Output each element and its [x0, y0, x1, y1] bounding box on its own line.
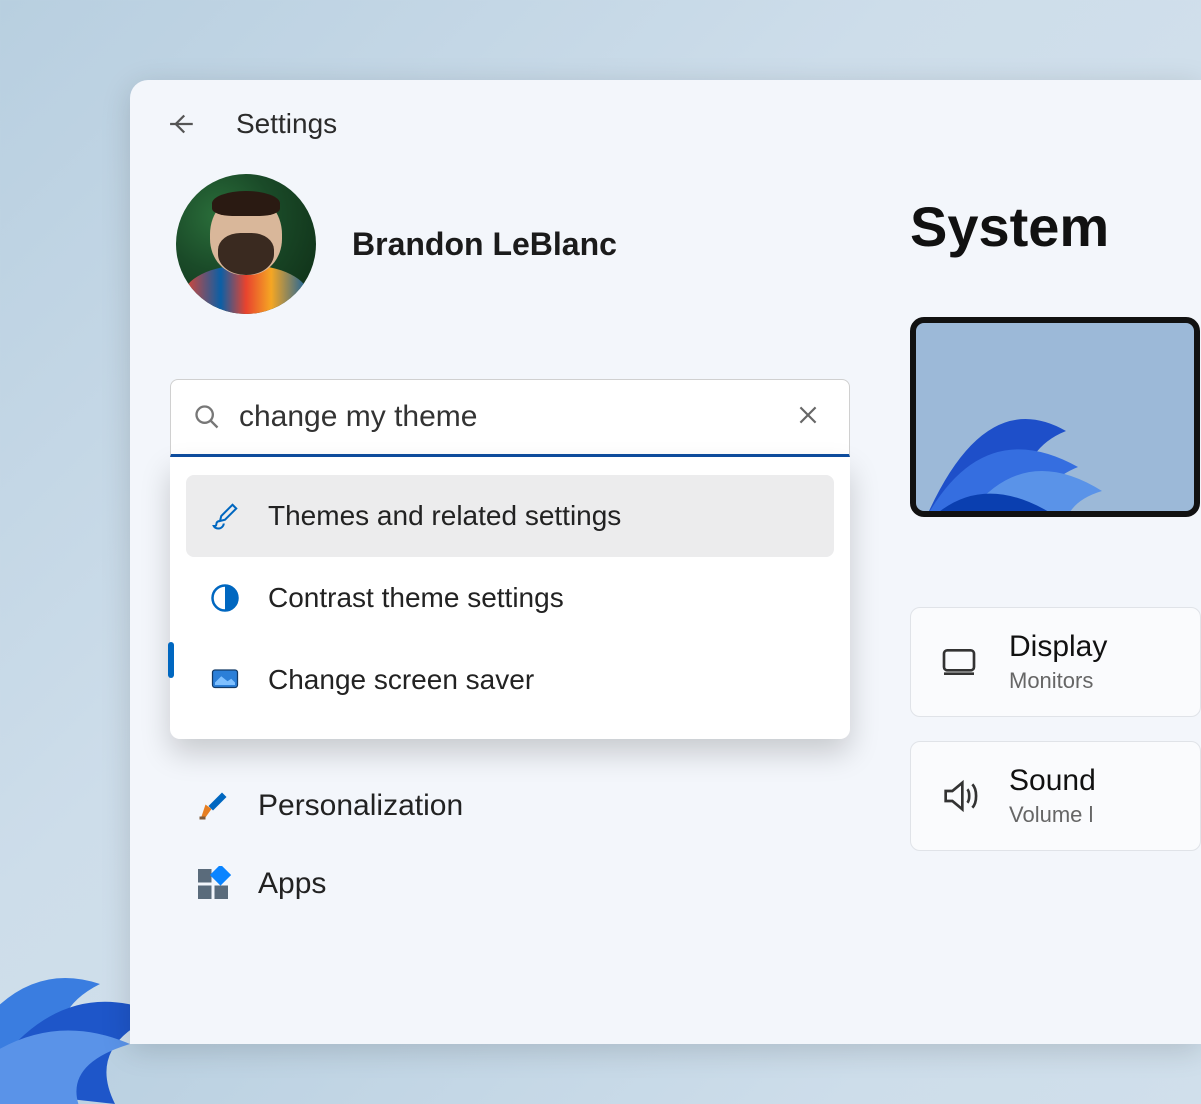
page-title: System	[910, 194, 1201, 259]
search-box	[170, 379, 850, 457]
suggestion-contrast[interactable]: Contrast theme settings	[186, 557, 834, 639]
sidebar: Brandon LeBlanc Themes a	[170, 174, 850, 1044]
close-icon	[795, 402, 821, 428]
suggestion-label: Contrast theme settings	[268, 582, 564, 614]
setting-card-display[interactable]: Display Monitors	[910, 607, 1201, 717]
nav-label: Apps	[258, 867, 326, 901]
window-title: Settings	[236, 108, 337, 140]
nav-list: Personalization Apps	[170, 767, 850, 923]
suggestion-themes[interactable]: Themes and related settings	[186, 475, 834, 557]
paint-icon	[194, 787, 232, 825]
card-subtitle: Volume l	[1009, 802, 1096, 828]
card-subtitle: Monitors	[1009, 668, 1107, 694]
suggestion-screensaver[interactable]: Change screen saver	[186, 639, 834, 721]
arrow-left-icon	[163, 107, 197, 141]
device-preview[interactable]	[910, 317, 1200, 517]
nav-label: Personalization	[258, 789, 463, 823]
display-icon	[937, 642, 981, 682]
search-icon	[193, 403, 221, 431]
search-input[interactable]	[221, 400, 789, 434]
search-suggestions: Themes and related settings Contrast the…	[170, 457, 850, 739]
sound-icon	[937, 776, 981, 816]
apps-icon	[194, 865, 232, 903]
suggestion-label: Themes and related settings	[268, 500, 621, 532]
search-container: Themes and related settings Contrast the…	[170, 379, 850, 739]
wallpaper-preview-icon	[910, 317, 1126, 517]
suggestion-label: Change screen saver	[268, 664, 534, 696]
card-title: Display	[1009, 630, 1107, 664]
screensaver-icon	[208, 663, 242, 697]
avatar	[176, 174, 316, 314]
main-content: System Display Monitors	[910, 174, 1201, 1044]
titlebar: Settings	[130, 80, 1201, 154]
user-name: Brandon LeBlanc	[352, 226, 617, 263]
sidebar-item-personalization[interactable]: Personalization	[170, 767, 850, 845]
user-profile[interactable]: Brandon LeBlanc	[170, 174, 850, 314]
card-title: Sound	[1009, 764, 1096, 798]
brush-icon	[208, 499, 242, 533]
sidebar-item-apps[interactable]: Apps	[170, 845, 850, 923]
clear-search-button[interactable]	[789, 396, 827, 439]
settings-window: Settings Brandon LeBlanc	[130, 80, 1201, 1044]
setting-card-sound[interactable]: Sound Volume l	[910, 741, 1201, 851]
back-button[interactable]	[160, 104, 200, 144]
contrast-icon	[208, 581, 242, 615]
selection-indicator	[168, 642, 174, 678]
